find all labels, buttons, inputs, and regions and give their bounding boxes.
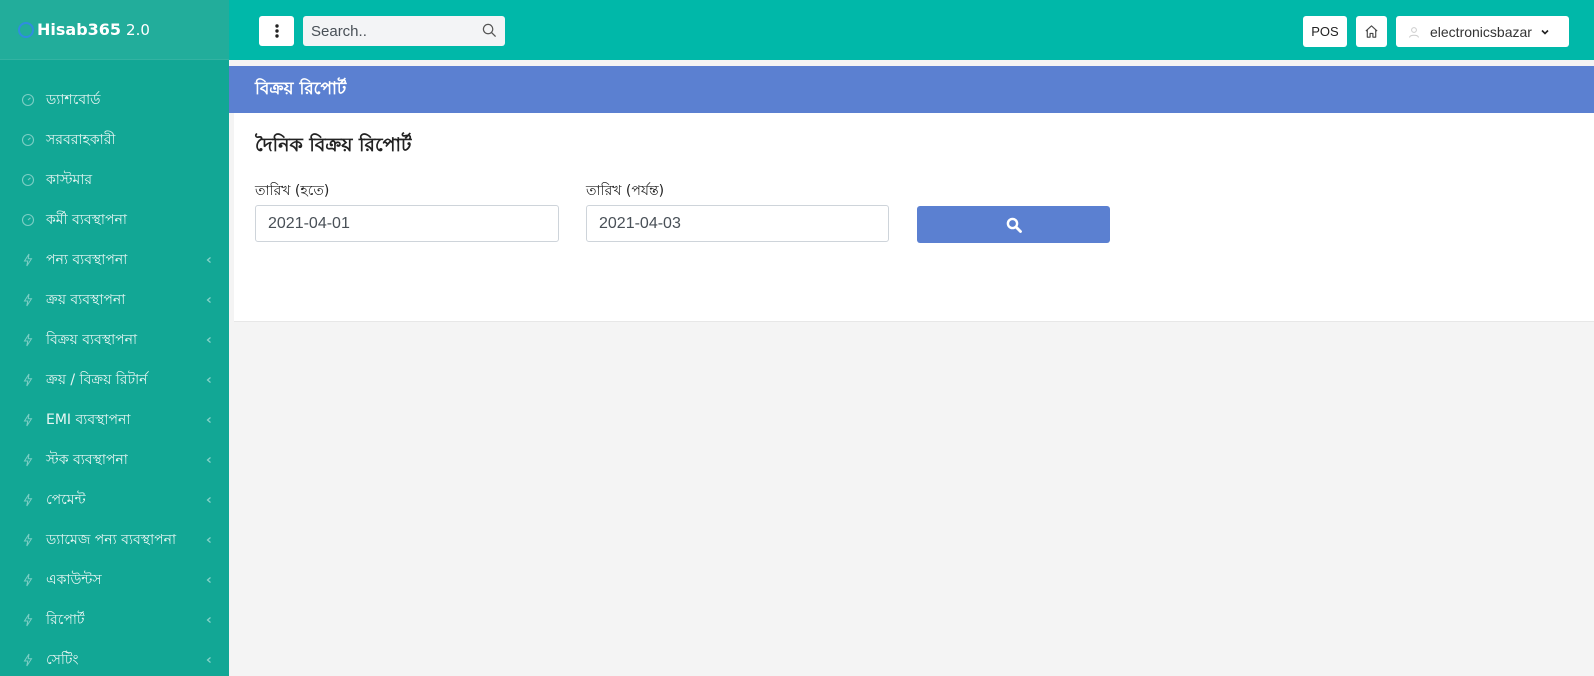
bolt-icon (20, 372, 36, 388)
sidebar-item-label: ড্যাশবোর্ড (46, 92, 101, 108)
bolt-icon (20, 572, 36, 588)
bolt-icon (20, 652, 36, 668)
chevron-left-icon (206, 497, 211, 503)
search-icon[interactable] (482, 23, 497, 38)
sidebar-item[interactable]: পেমেন্ট (0, 480, 229, 520)
brand[interactable]: Hisab365 2.0 (0, 0, 229, 60)
search-button[interactable] (917, 206, 1110, 243)
chevron-left-icon (206, 577, 211, 583)
sidebar-item-label: EMI ব্যবস্থাপনা (46, 412, 131, 428)
chevron-left-icon (206, 297, 211, 303)
chevron-left-icon (206, 377, 211, 383)
bolt-icon (20, 332, 36, 348)
sidebar-item-label: কাস্টমার (46, 172, 93, 188)
sidebar-item-label: সেটিং (46, 652, 79, 668)
user-name: electronicsbazar (1430, 23, 1532, 40)
sidebar-item[interactable]: রিপোর্ট (0, 600, 229, 640)
chevron-left-icon (206, 417, 211, 423)
card-title: দৈনিক বিক্রয় রিপোর্ট (255, 134, 412, 156)
sidebar-item-label: ক্রয় / বিক্রয় রিটার্ন (46, 372, 148, 388)
chevron-left-icon (206, 257, 211, 263)
bolt-icon (20, 532, 36, 548)
brand-version: 2.0 (126, 20, 150, 39)
sidebar-item-label: সরবরাহকারী (46, 132, 116, 148)
sidebar-item-label: কর্মী ব্যবস্থাপনা (46, 212, 127, 228)
vertical-dots-icon (274, 24, 279, 38)
gauge-icon (20, 92, 36, 108)
report-card: দৈনিক বিক্রয় রিপোর্ট তারিখ (হতে) 2021-0… (234, 113, 1594, 322)
sidebar-item[interactable]: ড্যাশবোর্ড (0, 80, 229, 120)
chevron-left-icon (206, 657, 211, 663)
sidebar-item-label: বিক্রয় ব্যবস্থাপনা (46, 332, 138, 348)
search-box (303, 16, 505, 46)
gauge-icon (20, 212, 36, 228)
sidebar-item-label: রিপোর্ট (46, 612, 85, 628)
sidebar-item[interactable]: ড্যামেজ পন্য ব্যবস্থাপনা (0, 520, 229, 560)
bolt-icon (20, 612, 36, 628)
sidebar-item[interactable]: একাউন্টস (0, 560, 229, 600)
home-icon (1365, 25, 1378, 38)
sidebar-item-label: ড্যামেজ পন্য ব্যবস্থাপনা (46, 532, 177, 548)
brand-name: Hisab365 (37, 20, 122, 39)
gauge-icon (20, 132, 36, 148)
sidebar-item[interactable]: কর্মী ব্যবস্থাপনা (0, 200, 229, 240)
home-button[interactable] (1356, 16, 1387, 47)
user-icon (1409, 26, 1419, 38)
sidebar-item-label: পন্য ব্যবস্থাপনা (46, 252, 128, 268)
from-date-label: তারিখ (হতে) (255, 183, 330, 199)
sidebar-item-label: একাউন্টস (46, 572, 102, 588)
sidebar-item[interactable]: কাস্টমার (0, 160, 229, 200)
bolt-icon (20, 412, 36, 428)
sidebar-item[interactable]: EMI ব্যবস্থাপনা (0, 400, 229, 440)
chevron-left-icon (206, 617, 211, 623)
chevron-left-icon (206, 537, 211, 543)
logo-icon (18, 21, 34, 38)
sidebar-item[interactable]: সরবরাহকারী (0, 120, 229, 160)
sidebar-item-label: ক্রয় ব্যবস্থাপনা (46, 292, 126, 308)
pos-button[interactable]: POS (1303, 16, 1347, 47)
sidebar-item[interactable]: সেটিং (0, 640, 229, 676)
sidebar-item-label: পেমেন্ট (46, 492, 86, 508)
gauge-icon (20, 172, 36, 188)
user-menu-button[interactable]: electronicsbazar (1396, 16, 1569, 47)
bolt-icon (20, 252, 36, 268)
search-input[interactable] (303, 16, 505, 46)
to-date-label: তারিখ (পর্যন্ত) (586, 183, 665, 199)
sidebar-item[interactable]: পন্য ব্যবস্থাপনা (0, 240, 229, 280)
chevron-left-icon (206, 337, 211, 343)
chevron-down-icon (1541, 29, 1549, 35)
topbar: POS electronicsbazar (229, 0, 1594, 62)
to-date-input[interactable]: 2021-04-03 (586, 205, 889, 242)
sidebar: Hisab365 2.0 ড্যাশবোর্ড সরবরাহকারী কাস্টমা… (0, 0, 229, 676)
from-date-input[interactable]: 2021-04-01 (255, 205, 559, 242)
sidebar-item[interactable]: ক্রয় / বিক্রয় রিটার্ন (0, 360, 229, 400)
sidebar-item-label: স্টক ব্যবস্থাপনা (46, 452, 128, 468)
sidebar-item[interactable]: স্টক ব্যবস্থাপনা (0, 440, 229, 480)
page-header: বিক্রয় রিপোর্ট (229, 66, 1594, 113)
sidebar-item[interactable]: ক্রয় ব্যবস্থাপনা (0, 280, 229, 320)
sidebar-item[interactable]: বিক্রয় ব্যবস্থাপনা (0, 320, 229, 360)
sidebar-menu: ড্যাশবোর্ড সরবরাহকারী কাস্টমার কর্মী ব্যবস্… (0, 60, 229, 676)
more-menu-button[interactable] (259, 16, 294, 46)
chevron-left-icon (206, 457, 211, 463)
bolt-icon (20, 492, 36, 508)
bolt-icon (20, 292, 36, 308)
page-title: বিক্রয় রিপোর্ট (255, 78, 347, 99)
search-icon (1006, 217, 1022, 233)
bolt-icon (20, 452, 36, 468)
